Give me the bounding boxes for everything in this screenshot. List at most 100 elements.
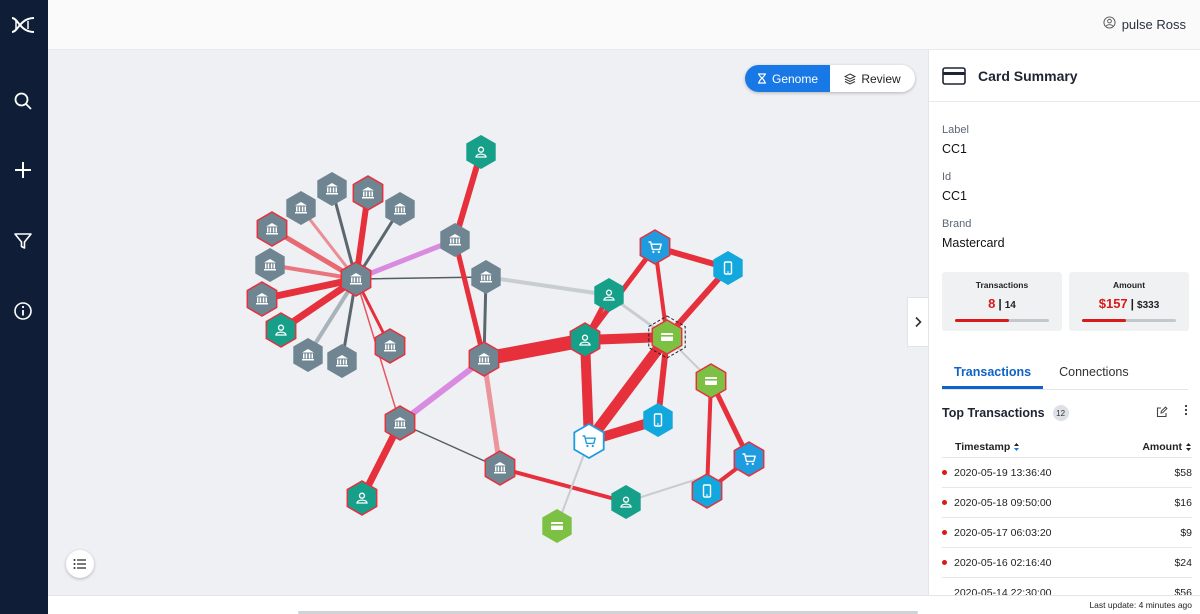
genome-label: Genome: [771, 71, 819, 86]
status-dot: [942, 530, 947, 535]
top-bar: pulse Ross: [48, 0, 1200, 50]
stats-row: Transactions 8 | 14 Amount $157 | $333: [942, 272, 1189, 331]
transactions-stat-total: 14: [1004, 300, 1016, 311]
amount-stat: Amount $157 | $333: [1069, 272, 1189, 331]
row-amount: $24: [1174, 556, 1192, 569]
legend-list-button[interactable]: [66, 550, 94, 578]
transactions-stat-title: Transactions: [975, 280, 1029, 290]
table-header: Timestamp Amount: [942, 436, 1192, 458]
panel-header: Card Summary: [929, 50, 1200, 102]
info-icon[interactable]: [8, 296, 38, 326]
user-name: pulse Ross: [1121, 16, 1186, 32]
credit-card-icon: [551, 522, 563, 530]
row-amount: $16: [1174, 496, 1192, 509]
card-summary-panel: Card Summary Label CC1 Id CC1 Brand Mast…: [928, 50, 1200, 595]
brand-field-label: Brand: [942, 218, 972, 230]
row-timestamp: 2020-05-17 06:03:20: [954, 526, 1052, 539]
user-menu[interactable]: pulse Ross: [1103, 16, 1186, 32]
transactions-progress-fill: [955, 319, 1009, 322]
merchant-node-hovered[interactable]: [573, 422, 605, 460]
timestamp-column-header[interactable]: Timestamp: [942, 441, 1020, 453]
amount-stat-title: Amount: [1112, 280, 1146, 290]
person-node[interactable]: [265, 312, 297, 348]
table-row[interactable]: 2020-05-18 09:50:00 $16: [942, 488, 1192, 518]
graph-canvas[interactable]: Genome Review: [48, 50, 928, 595]
label-field-value: CC1: [942, 142, 968, 156]
filter-icon[interactable]: [8, 226, 38, 256]
table-row[interactable]: 2020-05-14 22:30:00 $56: [942, 578, 1192, 596]
bank-node[interactable]: [256, 211, 288, 247]
edit-icon[interactable]: [1156, 405, 1168, 423]
label-field: Label CC1: [929, 124, 969, 156]
row-timestamp: 2020-05-19 13:36:40: [954, 466, 1052, 479]
row-amount: $58: [1174, 466, 1192, 479]
transactions-progress-bar: [955, 319, 1049, 322]
amount-stat-value: $157: [1098, 296, 1128, 311]
transactions-table: Timestamp Amount 2020-05-19 13:36:40 $58…: [942, 436, 1192, 595]
transactions-count-badge: 12: [1052, 405, 1069, 421]
transactions-stat: Transactions 8 | 14: [942, 272, 1062, 331]
transactions-stat-value: 8: [988, 296, 996, 311]
id-field-value: CC1: [942, 189, 968, 203]
view-toggle[interactable]: Genome Review: [745, 65, 915, 92]
status-dot: [942, 500, 947, 505]
bank-node[interactable]: [352, 175, 384, 211]
add-icon[interactable]: [8, 155, 38, 185]
chevron-right-icon: [915, 316, 922, 328]
credit-card-icon: [942, 66, 966, 85]
brand-field-value: Mastercard: [942, 236, 1005, 250]
status-dot: [942, 470, 947, 475]
last-update-text: Last update: 4 minutes ago: [1089, 600, 1192, 610]
bank-node[interactable]: [340, 261, 372, 297]
user-avatar-icon: [1103, 16, 1116, 32]
bank-node[interactable]: [468, 341, 500, 377]
status-dot: [942, 560, 947, 565]
genome-tab[interactable]: Genome: [745, 65, 830, 92]
review-tab[interactable]: Review: [830, 65, 915, 92]
label-field-label: Label: [942, 124, 969, 136]
bank-node[interactable]: [246, 281, 278, 317]
row-timestamp: 2020-05-14 22:30:00: [954, 586, 1052, 596]
id-field-label: Id: [942, 171, 952, 183]
timestamp-column-label: Timestamp: [955, 440, 1011, 453]
network-graph[interactable]: [48, 50, 928, 595]
top-transactions-title: Top Transactions: [942, 406, 1045, 420]
phone-node[interactable]: [691, 473, 723, 509]
amount-progress-fill: [1082, 319, 1127, 322]
row-timestamp: 2020-05-16 02:16:40: [954, 556, 1052, 569]
bank-node[interactable]: [484, 450, 516, 486]
panel-title: Card Summary: [978, 67, 1078, 84]
credit-card-node[interactable]: [695, 363, 727, 399]
amount-column-label: Amount: [1142, 440, 1182, 453]
row-timestamp: 2020-05-18 09:50:00: [954, 496, 1052, 509]
layers-icon: [844, 72, 857, 85]
left-nav-rail: [0, 0, 48, 614]
list-icon: [73, 559, 86, 569]
collapse-panel-button[interactable]: [907, 297, 928, 347]
row-amount: $56: [1174, 586, 1192, 596]
sort-icon: [1014, 442, 1020, 451]
bank-node[interactable]: [374, 328, 406, 364]
hourglass-icon: [757, 73, 766, 84]
table-row[interactable]: 2020-05-17 06:03:20 $9: [942, 518, 1192, 548]
person-node[interactable]: [346, 480, 378, 516]
merchant-node[interactable]: [639, 229, 671, 265]
merchant-node[interactable]: [733, 441, 765, 477]
table-row[interactable]: 2020-05-19 13:36:40 $58: [942, 458, 1192, 488]
person-node[interactable]: [569, 322, 601, 358]
search-icon[interactable]: [8, 86, 38, 116]
amount-column-header[interactable]: Amount: [1142, 441, 1192, 453]
amount-stat-total: $333: [1137, 300, 1160, 311]
review-label: Review: [861, 71, 901, 86]
more-options-icon[interactable]: [1184, 404, 1188, 419]
top-transactions-header: Top Transactions 12: [942, 404, 1194, 422]
dna-logo-icon[interactable]: [8, 10, 38, 40]
table-row[interactable]: 2020-05-16 02:16:40 $24: [942, 548, 1192, 578]
sort-icon: [1186, 442, 1191, 451]
amount-progress-bar: [1082, 319, 1176, 322]
bank-node[interactable]: [384, 405, 416, 441]
tab-transactions[interactable]: Transactions: [942, 360, 1044, 389]
row-amount: $9: [1180, 526, 1192, 539]
tab-connections[interactable]: Connections: [1047, 360, 1141, 389]
id-field: Id CC1: [929, 171, 967, 203]
